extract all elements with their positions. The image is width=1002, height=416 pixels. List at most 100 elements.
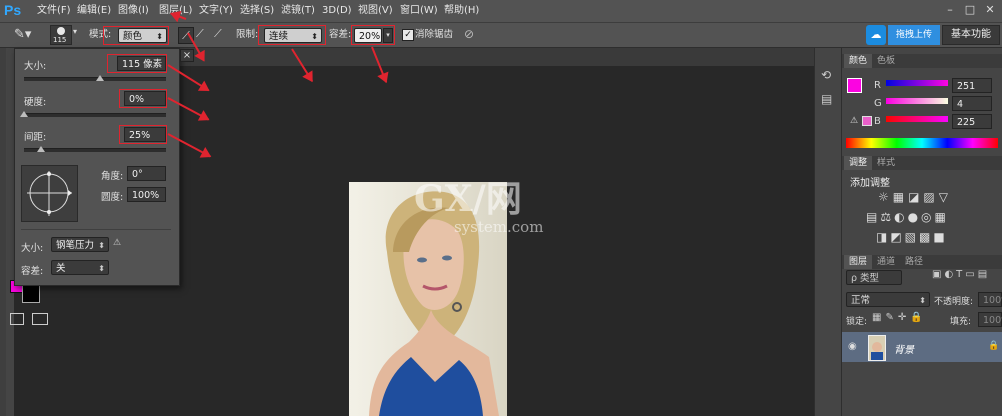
mode-select[interactable]: 颜色 ⬍ (118, 28, 167, 43)
size-slider-thumb[interactable] (96, 75, 104, 81)
color-tabbar: 颜色 色板 (842, 54, 1002, 68)
menu-file[interactable]: 文件(F) (37, 0, 71, 22)
cloud-icon[interactable]: ☁ (866, 25, 886, 45)
fill-label: 填充: (950, 317, 972, 327)
spacing-slider[interactable] (24, 148, 166, 152)
foreground-color-chip[interactable] (847, 78, 862, 93)
layer-row-background[interactable]: ◉ 背景 🔒 (842, 332, 1002, 362)
maximize-icon[interactable]: □ (960, 2, 980, 18)
adjust-title: 添加调整 (850, 178, 890, 189)
tab-paths[interactable]: 路径 (900, 255, 928, 269)
menu-type[interactable]: 文字(Y) (199, 0, 233, 22)
limit-value: 连续 (269, 31, 289, 42)
antialias-checkbox[interactable]: ✓ (402, 29, 414, 41)
hardness-slider-thumb[interactable] (20, 111, 28, 117)
menu-help[interactable]: 帮助(H) (444, 0, 479, 22)
tab-styles[interactable]: 样式 (872, 156, 900, 170)
antialias-label: 消除锯齿 (415, 29, 454, 40)
adjust-icons-row-1[interactable]: ☼▦◪▨▽ (878, 190, 952, 204)
g-slider[interactable] (886, 98, 948, 104)
tab-swatches[interactable]: 色板 (872, 54, 900, 68)
opacity-label: 不透明度: (934, 297, 974, 307)
spacing-input[interactable]: 25% (124, 127, 166, 142)
tolerance-label: 容差: (329, 29, 352, 40)
brush-preset-picker[interactable]: 115 (50, 25, 72, 45)
sampling-swatch-icon[interactable]: ⟋ (214, 27, 222, 41)
size-control-value: 钢笔压力 (56, 240, 95, 251)
brush-preset-panel: 大小: 115 像素 硬度: 0% 间距: 25% 角度: 0° 圆度: 100… (14, 48, 180, 286)
tolerance-control-select[interactable]: 关 ⬍ (51, 260, 109, 275)
actions-icon[interactable]: ▤ (821, 92, 832, 106)
fill-input[interactable]: 100% (978, 312, 1002, 327)
pressure-size-icon[interactable]: ⊘ (464, 27, 474, 41)
roundness-label: 圆度: (101, 192, 124, 203)
layer-filter-value: ρ 类型 (851, 273, 880, 284)
g-input[interactable]: 4 (952, 96, 992, 111)
adjust-icons-row-2[interactable]: ▤⚖◐●◎▦ (866, 210, 949, 224)
menu-3d[interactable]: 3D(D) (322, 0, 352, 22)
angle-label: 角度: (101, 171, 124, 182)
spacing-slider-thumb[interactable] (37, 146, 45, 152)
minimize-icon[interactable]: – (940, 2, 960, 18)
background-swatch[interactable] (22, 285, 40, 303)
b-input[interactable]: 225 (952, 114, 992, 129)
chevron-down-icon[interactable]: ▾ (73, 27, 77, 36)
panel-close-icon[interactable]: × (180, 49, 194, 62)
menu-image[interactable]: 图像(I) (118, 0, 149, 22)
hardness-label: 硬度: (24, 97, 47, 108)
tab-adjustments[interactable]: 调整 (844, 156, 873, 170)
angle-input[interactable]: 0° (127, 166, 166, 181)
hardness-input[interactable]: 0% (124, 91, 166, 106)
tolerance-dropdown-icon[interactable]: ▾ (383, 28, 393, 43)
r-slider[interactable] (886, 80, 948, 86)
history-icon[interactable]: ⟲ (821, 68, 831, 82)
gamut-color-chip[interactable] (862, 116, 872, 126)
quick-mask-icon[interactable] (10, 313, 24, 325)
size-control-select[interactable]: 钢笔压力 ⬍ (51, 237, 109, 252)
angle-roundness-widget[interactable] (21, 165, 78, 222)
blend-mode-value: 正常 (851, 295, 871, 306)
right-panel-column: 颜色 色板 R 251 G 4 ⚠ B 225 调整 样式 添加调整 ☼▦◪▨▽… (842, 48, 1002, 416)
brush-tool-icon[interactable]: ✎▾ (14, 26, 38, 44)
layer-filter-select[interactable]: ρ 类型 (846, 270, 902, 285)
color-spectrum-bar[interactable] (846, 138, 998, 148)
mode-value: 颜色 (123, 31, 143, 42)
brush-tip-preview-icon (27, 171, 72, 216)
visibility-eye-icon[interactable]: ◉ (848, 341, 857, 352)
r-input[interactable]: 251 (952, 78, 992, 93)
roundness-input[interactable]: 100% (127, 187, 166, 202)
menu-view[interactable]: 视图(V) (358, 0, 393, 22)
upload-button[interactable]: 拖拽上传 (888, 25, 940, 45)
tab-color[interactable]: 颜色 (844, 54, 873, 68)
size-slider[interactable] (24, 77, 166, 81)
tolerance-input[interactable]: 20% (354, 28, 382, 43)
sampling-once-icon[interactable]: ⟋ (196, 27, 204, 41)
workspace-select[interactable]: 基本功能 (942, 25, 1000, 45)
r-label: R (874, 80, 881, 91)
warning-icon: ⚠ (113, 238, 122, 248)
size-input[interactable]: 115 像素 (117, 56, 166, 71)
close-window-icon[interactable]: ✕ (980, 2, 1000, 18)
opacity-input[interactable]: 100% (978, 292, 1002, 307)
limit-select[interactable]: 连续 ⬍ (264, 28, 322, 43)
adjust-icons-row-3[interactable]: ◨◩▧▩■ (876, 230, 948, 244)
tab-layers[interactable]: 图层 (844, 255, 873, 269)
layer-name: 背景 (894, 345, 914, 356)
blend-mode-select[interactable]: 正常 ⬍ (846, 292, 930, 307)
menu-select[interactable]: 选择(S) (240, 0, 274, 22)
menu-filter[interactable]: 滤镜(T) (281, 0, 315, 22)
screen-mode-icon[interactable] (32, 313, 48, 325)
panel-icon-strip: ⟲ ▤ (814, 48, 842, 416)
layer-thumbnail (868, 335, 886, 361)
menu-window[interactable]: 窗口(W) (400, 0, 438, 22)
b-slider[interactable] (886, 116, 948, 122)
b-label: B (874, 116, 881, 127)
hardness-slider[interactable] (24, 113, 166, 117)
gamut-warning-icon: ⚠ (850, 116, 859, 126)
layer-filter-icons[interactable]: ▣◐T▭▤ (932, 269, 990, 280)
lock-icons[interactable]: ▦✎✛🔒 (872, 312, 927, 323)
menu-edit[interactable]: 编辑(E) (77, 0, 111, 22)
tab-channels[interactable]: 通道 (872, 255, 900, 269)
pressure-label: 大小: (21, 243, 44, 254)
limit-label: 限制: (236, 29, 259, 40)
